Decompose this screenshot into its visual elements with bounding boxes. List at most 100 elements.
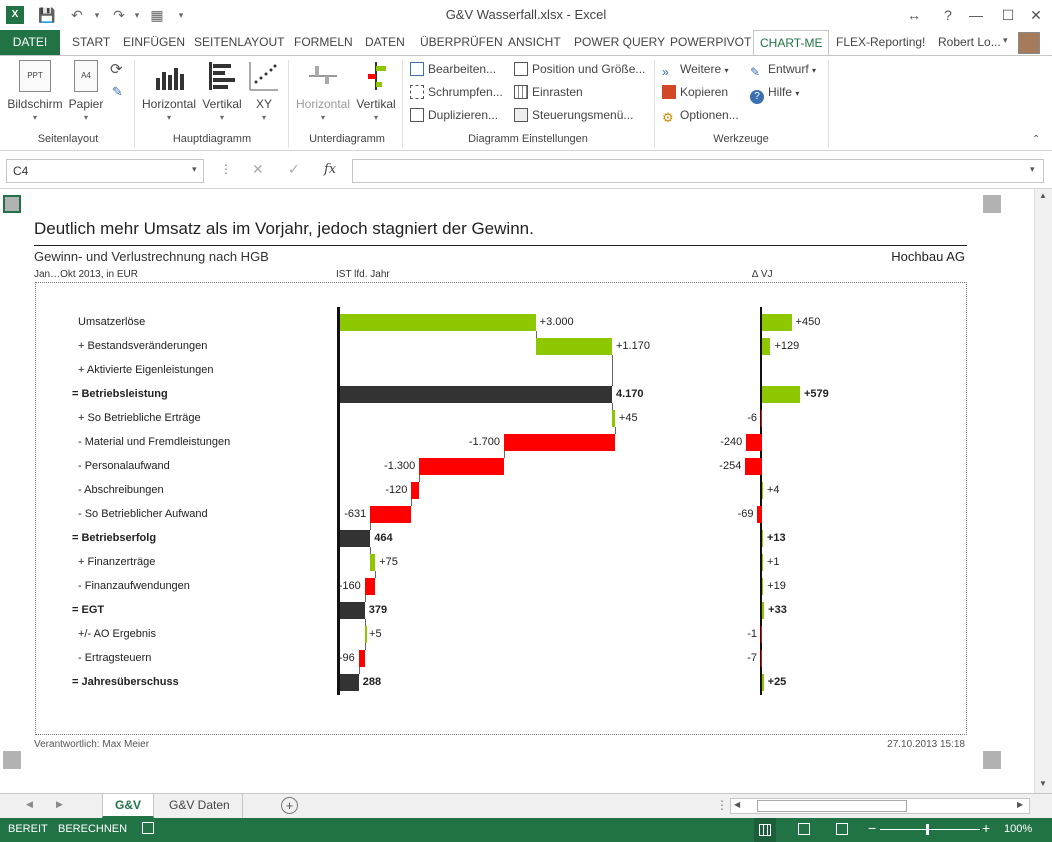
- chevron-down-icon: ▾: [32, 113, 37, 122]
- haupt-xy-button[interactable]: XY ▾: [248, 60, 280, 122]
- status-calculate[interactable]: BERECHNEN: [58, 823, 127, 835]
- worksheet[interactable]: Deutlich mehr Umsatz als im Vorjahr, jed…: [0, 189, 1052, 793]
- page-layout-view-icon[interactable]: [798, 823, 810, 835]
- collapse-ribbon-icon[interactable]: ⌃: [1032, 134, 1040, 145]
- duplicate-icon: [410, 108, 424, 122]
- bildschirm-button[interactable]: PPT Bildschirm ▾: [6, 60, 64, 122]
- connector-line: [364, 595, 366, 602]
- tab-powerpivot[interactable]: POWERPIVOT: [664, 30, 757, 55]
- user-name[interactable]: Robert Lo...: [932, 30, 1007, 55]
- tab-chart-me[interactable]: CHART-ME: [753, 30, 830, 56]
- sheet-tab-gv[interactable]: G&V: [102, 794, 155, 818]
- group-label-hauptdiagramm: Hauptdiagramm: [172, 133, 252, 145]
- tab-scroll-right-icon[interactable]: ▶: [56, 799, 63, 810]
- chevron-down-icon: ▾: [320, 113, 325, 122]
- schrumpfen-button[interactable]: Schrumpfen...: [410, 82, 503, 102]
- vj-value-label: -7: [747, 652, 757, 664]
- hilfe-label: Hilfe: [768, 85, 793, 99]
- macro-record-icon[interactable]: [142, 822, 154, 834]
- cancel-icon[interactable]: ✕: [252, 161, 264, 178]
- edit-icon[interactable]: ✎: [112, 84, 123, 100]
- tab-daten[interactable]: DATEN: [359, 30, 411, 55]
- name-box-dropdown-icon[interactable]: ▾: [192, 164, 197, 175]
- scroll-right-icon[interactable]: ▶: [1017, 800, 1023, 809]
- scatter-chart-icon: [248, 60, 280, 92]
- scroll-thumb[interactable]: [757, 800, 907, 812]
- ist-value-label: 288: [362, 676, 382, 688]
- enter-icon[interactable]: ✓: [288, 161, 300, 178]
- connector-line: [358, 667, 360, 674]
- maximize-button[interactable]: ☐: [994, 4, 1022, 26]
- status-bar: BEREIT BERECHNEN − + 100%: [0, 818, 1052, 842]
- more-icon[interactable]: ⋮: [716, 798, 728, 812]
- haupt-xy-label: XY: [255, 97, 272, 111]
- tab-formeln[interactable]: FORMELN: [288, 30, 359, 55]
- weitere-button[interactable]: » Weitere ▾: [662, 59, 729, 79]
- row-label: - Ertragsteuern: [78, 652, 152, 664]
- zoom-slider-thumb[interactable]: [926, 824, 929, 835]
- tab-flex-reporting[interactable]: FLEX-Reporting!: [830, 30, 931, 55]
- minimize-button[interactable]: —: [962, 4, 990, 26]
- scroll-left-icon[interactable]: ◀: [734, 800, 740, 809]
- zoom-level[interactable]: 100%: [1004, 823, 1032, 835]
- einrasten-label: Einrasten: [532, 85, 583, 99]
- scroll-up-icon[interactable]: ▲: [1039, 191, 1047, 200]
- chevron-down-icon: ▾: [83, 113, 88, 122]
- avatar[interactable]: [1018, 32, 1040, 54]
- tab-start[interactable]: START: [66, 30, 116, 55]
- ist-bar: [340, 602, 365, 619]
- ist-bar: [504, 434, 615, 451]
- page-break-view-icon[interactable]: [836, 823, 848, 835]
- tab-datei[interactable]: DATEI: [0, 30, 60, 55]
- connector-line: [612, 403, 613, 410]
- einrasten-button[interactable]: Einrasten: [514, 82, 583, 102]
- scroll-down-icon[interactable]: ▼: [1039, 779, 1047, 788]
- name-box[interactable]: C4: [6, 159, 204, 183]
- tab-ueberpruefen[interactable]: ÜBERPRÜFEN: [414, 30, 509, 55]
- optionen-button[interactable]: ⚙ Optionen...: [662, 105, 739, 125]
- zoom-out-button[interactable]: −: [868, 820, 876, 836]
- tab-einfuegen[interactable]: EINFÜGEN: [117, 30, 191, 55]
- expand-formula-icon[interactable]: ▾: [1030, 164, 1035, 175]
- refresh-icon[interactable]: ⟳: [110, 60, 123, 78]
- ist-value-label: 464: [374, 532, 393, 544]
- tab-ansicht[interactable]: ANSICHT: [502, 30, 567, 55]
- sheet-tab-gv-daten[interactable]: G&V Daten: [157, 794, 243, 818]
- close-button[interactable]: ✕: [1022, 4, 1050, 26]
- add-sheet-icon[interactable]: +: [281, 797, 298, 814]
- position-size-icon: [514, 62, 528, 76]
- zoom-in-button[interactable]: +: [982, 820, 990, 836]
- status-ready: BEREIT: [8, 823, 48, 835]
- vj-bar: [762, 482, 763, 499]
- steuerung-button[interactable]: Steuerungsmenü...: [514, 105, 633, 125]
- tab-seitenlayout[interactable]: SEITENLAYOUT: [188, 30, 290, 55]
- haupt-vertikal-button[interactable]: Vertikal ▾: [200, 60, 244, 122]
- kopieren-button[interactable]: Kopieren: [662, 82, 728, 102]
- unter-vertikal-button[interactable]: Vertikal ▾: [354, 60, 398, 122]
- duplizieren-button[interactable]: Duplizieren...: [410, 105, 498, 125]
- entwurf-button[interactable]: ✎ Entwurf ▾: [750, 59, 816, 79]
- resize-icon[interactable]: ↔: [900, 4, 928, 26]
- horizontal-scrollbar[interactable]: ◀ ▶: [730, 798, 1030, 814]
- chevron-down-icon: ▾: [373, 113, 378, 122]
- tab-power-query[interactable]: POWER QUERY: [568, 30, 671, 55]
- vj-value-label: +33: [768, 604, 787, 616]
- unter-horizontal-button[interactable]: Horizontal ▾: [294, 60, 352, 122]
- vertical-scrollbar[interactable]: ▲ ▼: [1034, 189, 1052, 793]
- help-button[interactable]: ?: [934, 4, 962, 26]
- connector-line: [365, 643, 367, 650]
- normal-view-icon[interactable]: [754, 818, 776, 842]
- position-button[interactable]: Position und Größe...: [514, 59, 645, 79]
- insert-function-button[interactable]: fx: [324, 162, 336, 177]
- tab-scroll-left-icon[interactable]: ◀: [26, 799, 33, 810]
- more-icon[interactable]: ⋮: [220, 162, 232, 176]
- papier-button[interactable]: A4 Papier ▾: [66, 60, 106, 122]
- user-dropdown-icon[interactable]: ▾: [1003, 35, 1008, 46]
- hilfe-button[interactable]: ? Hilfe ▾: [750, 82, 799, 104]
- bearbeiten-button[interactable]: Bearbeiten...: [410, 59, 496, 79]
- ist-bar: [411, 482, 420, 499]
- haupt-horizontal-button[interactable]: Horizontal ▾: [140, 60, 198, 122]
- window-title: G&V Wasserfall.xlsx - Excel: [445, 7, 607, 22]
- formula-input[interactable]: [352, 159, 1044, 183]
- zoom-slider[interactable]: [880, 824, 980, 835]
